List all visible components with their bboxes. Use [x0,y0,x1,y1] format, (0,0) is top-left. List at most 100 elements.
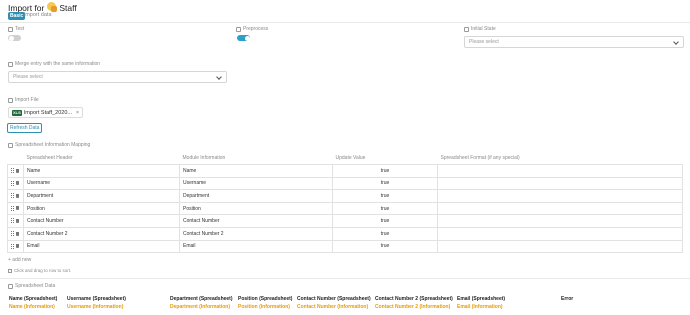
table-row[interactable]: Name Name true [7,164,683,178]
data-cell: Department (Information) [170,304,230,310]
cell-format[interactable] [437,227,683,241]
import-file-chip[interactable]: XLS Import Staff_2020... × [8,107,83,118]
table-row[interactable]: Contact Number Contact Number true [7,214,683,229]
cell-format[interactable] [437,164,683,178]
cell-format[interactable] [437,239,683,254]
data-cell: Contact Number (Information) [297,304,369,310]
cell-format[interactable] [437,214,683,229]
drag-handle-icon[interactable] [11,231,14,237]
checkbox-icon [236,26,241,32]
data-column-header: Error [561,296,574,302]
cell-header[interactable]: Email [23,239,180,254]
trash-icon[interactable] [16,181,19,186]
header-divider [0,22,690,23]
table-row[interactable]: Username Username true [7,176,683,191]
column-header: Module Information [179,152,333,166]
cell-header[interactable]: Contact Number 2 [23,227,180,241]
cell-module[interactable]: Contact Number [179,214,333,229]
cell-module[interactable]: Username [179,176,333,191]
excel-file-icon: XLS [12,109,22,116]
test-toggle[interactable] [8,35,21,41]
data-column-header: Name (Spreadsheet) [9,296,58,302]
drag-handle-icon[interactable] [11,243,14,249]
data-column-header: Username (Spreadsheet) [67,296,126,302]
merge-select[interactable]: Please select [8,71,227,83]
list-icon [464,26,469,32]
sort-hint: Click and drag to row to sort. [8,268,71,273]
cell-header[interactable]: Name [23,164,180,178]
cell-update[interactable]: true [332,164,438,178]
mapping-header-row: Spreadsheet Header Module Information Up… [7,152,683,166]
cell-module[interactable]: Contact Number 2 [179,227,333,241]
cell-header[interactable]: Position [23,201,180,216]
cell-format[interactable] [437,201,683,216]
column-header: Spreadsheet Header [23,152,180,166]
data-cell: Position (Information) [238,304,290,310]
trash-icon[interactable] [16,244,19,249]
cell-update[interactable]: true [332,189,438,203]
checkbox-icon [8,61,13,67]
chevron-down-icon [673,39,679,45]
module-name: Staff [59,2,77,13]
mapping-table: Spreadsheet Header Module Information Up… [7,152,683,254]
file-name: Import Staff_2020... [23,109,72,116]
drag-handle-icon[interactable] [11,218,14,224]
data-column-header: Contact Number 2 (Spreadsheet) [375,296,453,302]
cell-module[interactable]: Email [179,239,333,254]
file-icon [8,97,13,103]
add-new-row-button[interactable]: + add new [8,257,31,263]
trash-icon[interactable] [16,206,19,211]
preprocess-label: Preprocess [236,26,268,32]
basic-badge: Basic [8,12,26,20]
data-cell: Name (Information) [9,304,55,310]
data-column-header: Email (Spreadsheet) [457,296,506,302]
cell-update[interactable]: true [332,239,438,254]
drag-handle-icon[interactable] [11,193,14,199]
cell-module[interactable]: Name [179,164,333,178]
data-cell: Username (Information) [67,304,124,310]
table-row[interactable]: Position Position true [7,201,683,216]
spreadsheet-data-label: Spreadsheet Data [8,283,55,289]
data-cell: Email (Information) [457,304,503,310]
table-row[interactable]: Contact Number 2 Contact Number 2 true [7,227,683,241]
data-column-header: Position (Spreadsheet) [238,296,293,302]
cell-format[interactable] [437,189,683,203]
column-header: Update Value [332,152,438,166]
refresh-data-button[interactable]: Refresh Data [7,123,43,133]
checkbox-icon [8,26,13,32]
chevron-down-icon [216,74,222,80]
drag-handle-icon[interactable] [11,205,14,211]
cell-update[interactable]: true [332,227,438,241]
table-row[interactable]: Department Department true [7,189,683,203]
trash-icon[interactable] [16,231,19,236]
table-icon [8,142,13,148]
trash-icon[interactable] [16,218,19,223]
drag-handle-icon[interactable] [11,168,14,174]
cell-module[interactable]: Position [179,201,333,216]
data-column-header: Contact Number (Spreadsheet) [297,296,371,302]
page-subtitle: import data [24,12,52,18]
table-row[interactable]: Email Email true [7,239,683,254]
close-icon[interactable]: × [76,110,79,116]
cell-module[interactable]: Department [179,189,333,203]
mapping-label: Spreadsheet Information Mapping [8,142,90,148]
info-icon [8,268,12,273]
cell-header[interactable]: Contact Number [23,214,180,229]
page-title: Import for [8,2,45,13]
test-label: Test [8,26,24,32]
initial-state-select[interactable]: Please select [464,36,684,48]
column-header: Spreadsheet Format (if any special) [437,152,683,166]
cell-update[interactable]: true [332,214,438,229]
cell-update[interactable]: true [332,201,438,216]
data-cell: Contact Number 2 (Information) [375,304,451,310]
data-column-header: Department (Spreadsheet) [170,296,233,302]
cell-header[interactable]: Username [23,176,180,191]
preprocess-toggle[interactable] [237,35,250,41]
trash-icon[interactable] [16,168,19,173]
cell-header[interactable]: Department [23,189,180,203]
drag-handle-icon[interactable] [11,180,14,186]
trash-icon[interactable] [16,193,19,198]
cell-update[interactable]: true [332,176,438,191]
cell-format[interactable] [437,176,683,191]
initial-state-label: Initial State [464,26,496,32]
